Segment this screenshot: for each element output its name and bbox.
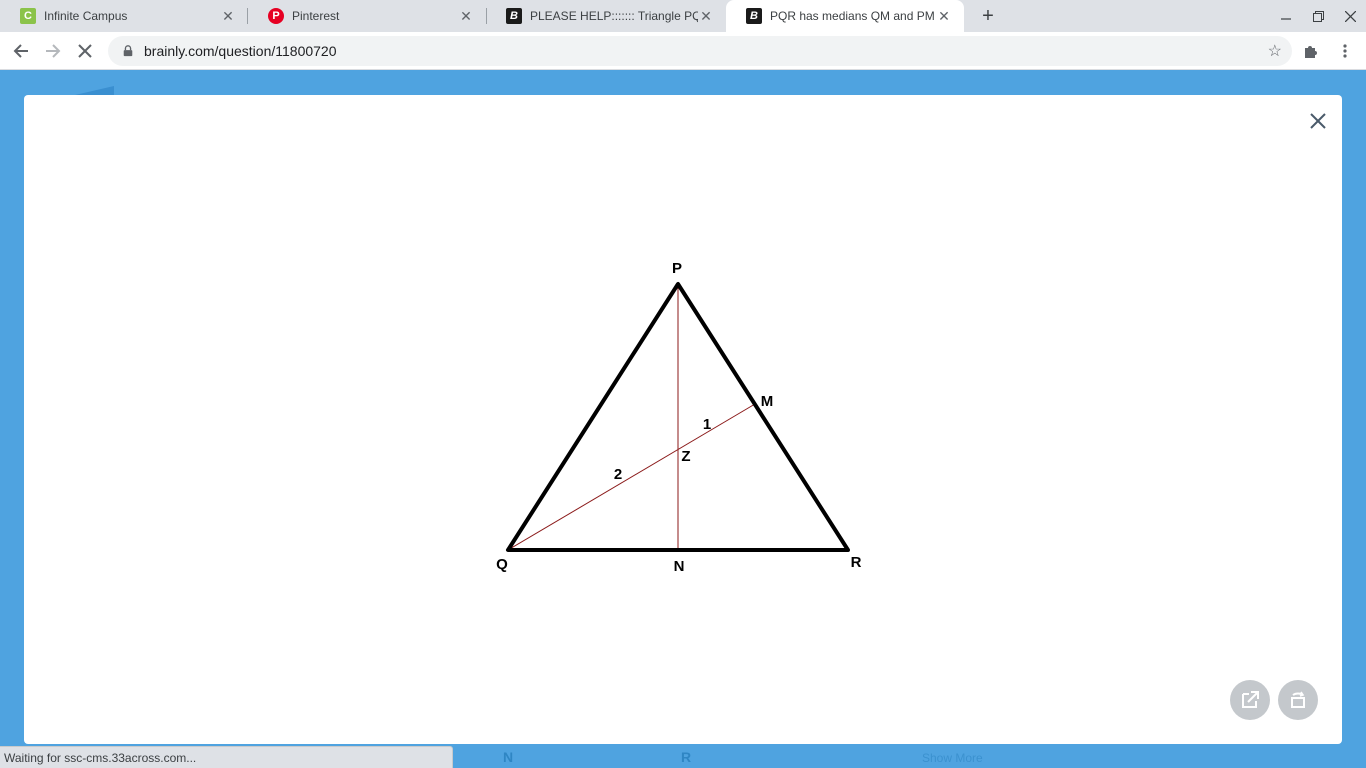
- forward-button[interactable]: [40, 38, 66, 64]
- minimize-button[interactable]: [1270, 0, 1302, 32]
- image-viewer-modal: P Q R M N Z 1 2: [24, 95, 1342, 744]
- label-z: Z: [681, 448, 690, 465]
- tab-please-help[interactable]: B PLEASE HELP::::::: Triangle PQR h ✕: [486, 0, 726, 32]
- address-bar[interactable]: brainly.com/question/11800720 ☆: [108, 36, 1292, 66]
- puzzle-icon: [1305, 46, 1317, 58]
- campus-c-icon: C: [20, 8, 36, 24]
- arrow-left-icon: [13, 44, 28, 58]
- arrow-right-icon: [46, 44, 61, 58]
- external-link-icon: [1242, 691, 1259, 708]
- tab-title: Pinterest: [292, 9, 340, 23]
- tab-title: Infinite Campus: [44, 9, 128, 23]
- label-r: R: [851, 554, 862, 571]
- url-text: brainly.com/question/11800720: [144, 43, 337, 59]
- label-segment-1: 1: [703, 416, 711, 433]
- tab-title: PLEASE HELP::::::: Triangle PQR h: [530, 9, 698, 23]
- close-icon: [1344, 10, 1356, 22]
- median-qm: [507, 403, 756, 551]
- pinterest-icon: P: [268, 8, 284, 24]
- tab-strip: C Infinite Campus ✕ P Pinterest ✕ B PLEA…: [0, 0, 1366, 32]
- lock-icon: [123, 45, 133, 57]
- plus-icon: +: [982, 4, 994, 27]
- status-text: Waiting for ssc-cms.33across.com...: [4, 750, 197, 765]
- tab-title: PQR has medians QM and PM th: [770, 9, 936, 23]
- label-n: N: [674, 558, 685, 575]
- open-in-new-button[interactable]: [1230, 680, 1270, 720]
- brainly-b-icon: B: [746, 8, 762, 24]
- close-icon[interactable]: ✕: [698, 8, 714, 24]
- extensions-button[interactable]: [1298, 38, 1324, 64]
- rotate-image-button[interactable]: [1278, 680, 1318, 720]
- label-m: M: [761, 393, 774, 410]
- new-tab-button[interactable]: +: [976, 4, 1000, 28]
- tab-pqr-medians[interactable]: B PQR has medians QM and PM th ✕: [726, 0, 964, 32]
- stop-loading-button[interactable]: [72, 38, 98, 64]
- close-icon[interactable]: ✕: [458, 8, 474, 24]
- stop-x-icon: [78, 44, 92, 58]
- minimize-icon: [1281, 18, 1291, 20]
- behind-label-n: N: [503, 749, 514, 765]
- restore-icon: [1312, 10, 1324, 22]
- brainly-b-icon: B: [506, 8, 522, 24]
- behind-label-r: R: [681, 749, 692, 765]
- close-window-button[interactable]: [1334, 0, 1366, 32]
- close-icon[interactable]: ✕: [936, 8, 952, 24]
- close-icon[interactable]: ✕: [220, 8, 236, 24]
- show-more-link[interactable]: Show More: [922, 751, 983, 765]
- status-bubble: Waiting for ssc-cms.33across.com...: [0, 746, 453, 768]
- rotate-icon: [1291, 691, 1305, 708]
- browser-toolbar: brainly.com/question/11800720 ☆: [0, 32, 1366, 70]
- more-vert-icon: [1343, 44, 1347, 58]
- bookmark-star-icon[interactable]: ☆: [1268, 41, 1282, 61]
- label-q: Q: [496, 556, 508, 573]
- back-button[interactable]: [8, 38, 34, 64]
- tab-pinterest[interactable]: P Pinterest ✕: [248, 0, 486, 32]
- restore-button[interactable]: [1302, 0, 1334, 32]
- label-p: P: [672, 260, 682, 277]
- tab-infinite-campus[interactable]: C Infinite Campus ✕: [0, 0, 248, 32]
- browser-menu-button[interactable]: [1332, 38, 1358, 64]
- triangle-figure: P Q R M N Z 1 2: [496, 260, 862, 575]
- label-segment-2: 2: [614, 466, 622, 483]
